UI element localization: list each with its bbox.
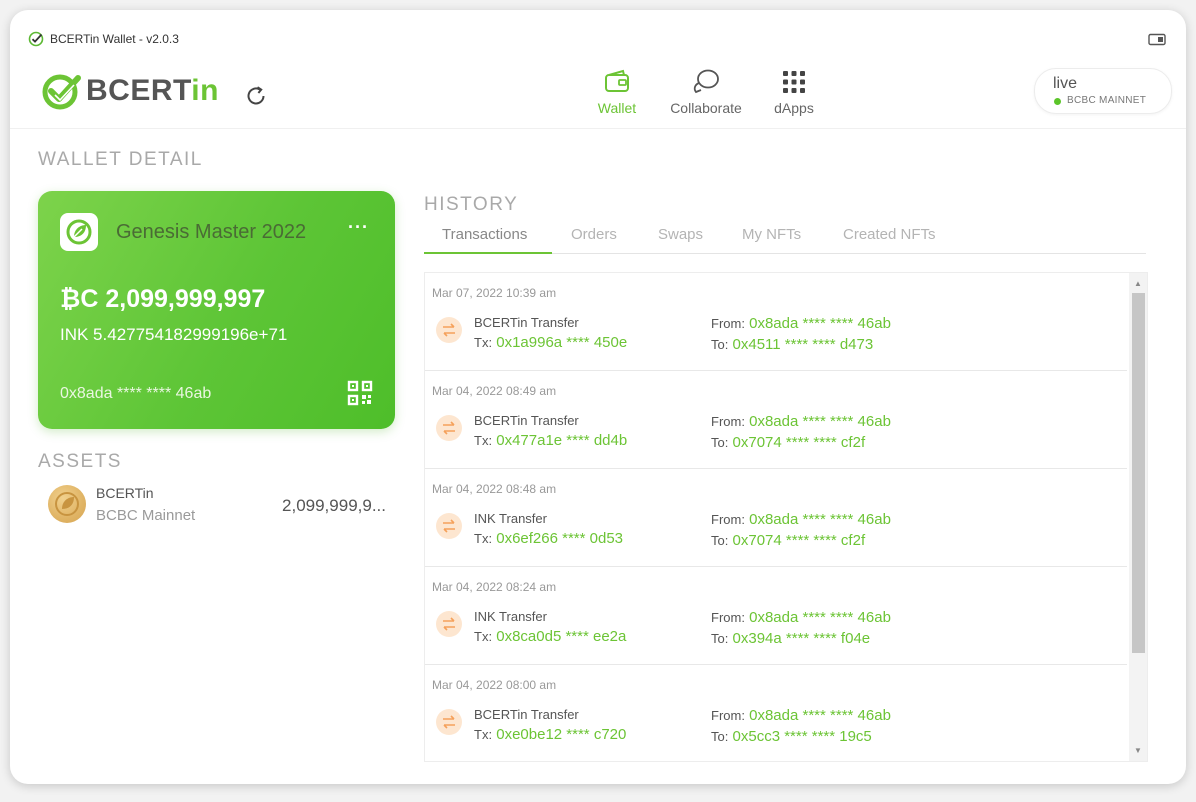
asset-network: BCBC Mainnet [96,507,196,524]
transfer-icon [436,709,462,735]
wallet-name: Genesis Master 2022 [116,221,307,243]
window-title: BCERTin Wallet - v2.0.3 [50,32,179,46]
wallet-card-logo [60,213,98,251]
tx-date: Mar 04, 2022 08:24 am [432,580,557,594]
tx-to[interactable]: To: 0x4511 **** **** d473 [711,336,873,353]
tx-type: INK Transfer [474,511,547,526]
refresh-icon[interactable] [244,84,268,108]
asset-balance: 2,099,999,9... [282,496,386,515]
tx-date: Mar 04, 2022 08:00 am [432,678,557,692]
app-logo-icon [28,31,44,47]
ink-balance: INK 5.427754182999196e+71 [60,325,288,344]
scroll-down-icon[interactable]: ▼ [1134,746,1142,755]
history-tabs: Transactions Orders Swaps My NFTs Create… [424,222,1146,254]
tx-from[interactable]: From: 0x8ada **** **** 46ab [711,511,891,528]
tx-hash[interactable]: Tx: 0x1a996a **** 450e [474,334,627,351]
assets-title: ASSETS [38,451,122,472]
transaction-row[interactable]: Mar 07, 2022 10:39 am BCERTin Transfer T… [425,273,1127,371]
nav-dapps[interactable]: dApps [766,68,822,118]
history-title: HISTORY [424,194,519,215]
brand-logo: BCERTin [40,72,220,112]
bcertin-coin-icon [48,485,86,523]
tx-type: BCERTin Transfer [474,413,579,428]
tx-to[interactable]: To: 0x394a **** **** f04e [711,630,870,647]
qr-code-icon[interactable] [347,380,373,406]
active-tab-indicator [424,252,552,254]
tx-type: INK Transfer [474,609,547,624]
tx-hash[interactable]: Tx: 0xe0be12 **** c720 [474,726,626,743]
scroll-up-icon[interactable]: ▲ [1134,279,1142,288]
chat-bubbles-icon [693,69,719,94]
wallet-address[interactable]: 0x8ada **** **** 46ab [60,385,211,403]
transfer-icon [436,513,462,539]
tab-transactions[interactable]: Transactions [442,226,527,243]
tx-from[interactable]: From: 0x8ada **** **** 46ab [711,707,891,724]
wallet-icon [605,69,629,92]
network-name: BCBC MAINNET [1067,95,1147,106]
app-window: BCERTin Wallet - v2.0.3 BCERTin Wallet C… [10,10,1186,784]
logo-text: BCERTin [86,74,219,107]
main-balance: ₿C 2,099,999,997 [60,285,266,313]
tx-from[interactable]: From: 0x8ada **** **** 46ab [711,315,891,332]
tx-date: Mar 04, 2022 08:48 am [432,482,557,496]
tx-to[interactable]: To: 0x7074 **** **** cf2f [711,532,865,549]
network-selector[interactable]: live BCBC MAINNET [1034,68,1172,114]
tab-created-nfts[interactable]: Created NFTs [843,226,936,243]
transfer-icon [436,611,462,637]
tab-orders[interactable]: Orders [571,226,617,243]
status-dot [1054,98,1061,105]
tab-my-nfts[interactable]: My NFTs [742,226,801,243]
leaf-icon [66,219,92,245]
tx-type: BCERTin Transfer [474,315,579,330]
asset-item[interactable]: BCERTin BCBC Mainnet 2,099,999,9... [46,483,396,527]
tx-from[interactable]: From: 0x8ada **** **** 46ab [711,413,891,430]
nav-wallet-label: Wallet [597,100,637,116]
scrollbar-thumb[interactable] [1132,293,1145,653]
tx-type: BCERTin Transfer [474,707,579,722]
transaction-row[interactable]: Mar 04, 2022 08:48 am INK Transfer Tx: 0… [425,469,1127,567]
transaction-row[interactable]: Mar 04, 2022 08:00 am BCERTin Transfer T… [425,665,1127,761]
wallet-card[interactable]: Genesis Master 2022 ··· ₿C 2,099,999,997… [38,191,395,429]
network-status: live [1053,75,1078,92]
tx-to[interactable]: To: 0x5cc3 **** **** 19c5 [711,728,872,745]
wallet-detail-title: WALLET DETAIL [38,149,203,170]
scrollbar[interactable]: ▲ ▼ [1129,273,1147,761]
transaction-row[interactable]: Mar 04, 2022 08:49 am BCERTin Transfer T… [425,371,1127,469]
transfer-icon [436,415,462,441]
tx-date: Mar 07, 2022 10:39 am [432,286,557,300]
nav-collaborate-label: Collaborate [670,100,742,116]
tx-hash[interactable]: Tx: 0x6ef266 **** 0d53 [474,530,623,547]
nav-dapps-label: dApps [774,100,814,116]
tx-from[interactable]: From: 0x8ada **** **** 46ab [711,609,891,626]
tx-date: Mar 04, 2022 08:49 am [432,384,557,398]
more-options-icon[interactable]: ··· [348,217,369,238]
tx-hash[interactable]: Tx: 0x477a1e **** dd4b [474,432,627,449]
tab-swaps[interactable]: Swaps [658,226,703,243]
grid-icon [783,71,805,93]
transaction-list[interactable]: Mar 07, 2022 10:39 am BCERTin Transfer T… [424,272,1148,762]
tx-hash[interactable]: Tx: 0x8ca0d5 **** ee2a [474,628,626,645]
app-header: BCERTin Wallet Collaborate dApps live BC… [10,62,1186,129]
window-toggle-icon[interactable] [1148,33,1166,46]
title-bar: BCERTin Wallet - v2.0.3 [10,10,1186,62]
transfer-icon [436,317,462,343]
nav-wallet[interactable]: Wallet [585,68,649,118]
transaction-row[interactable]: Mar 04, 2022 08:24 am INK Transfer Tx: 0… [425,567,1127,665]
asset-name: BCERTin [96,485,154,501]
tx-to[interactable]: To: 0x7074 **** **** cf2f [711,434,865,451]
nav-collaborate[interactable]: Collaborate [666,68,746,118]
